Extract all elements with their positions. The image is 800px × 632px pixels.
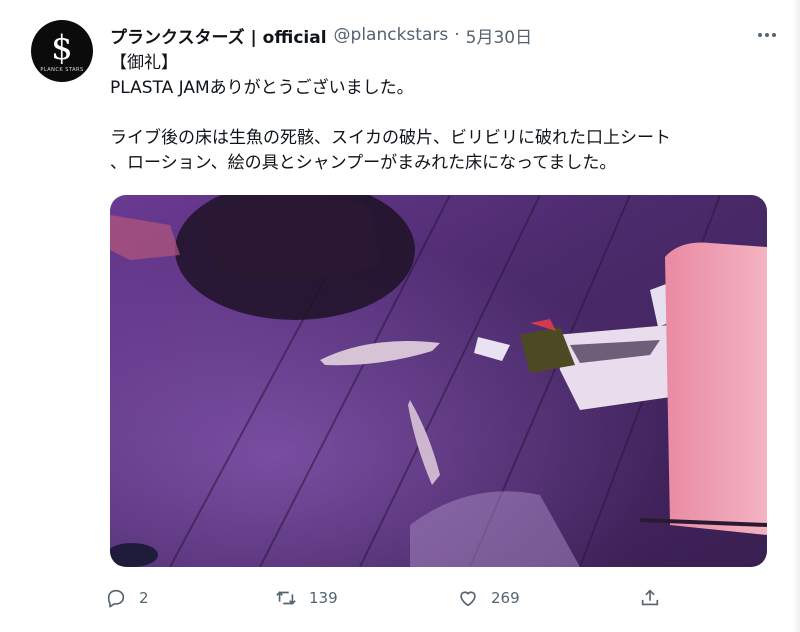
reply-button[interactable]: 2 (105, 583, 149, 613)
like-button[interactable]: 269 (457, 583, 520, 613)
reply-icon (107, 589, 125, 608)
window-edge (792, 0, 800, 632)
like-count: 269 (491, 589, 520, 607)
separator-dot: · (454, 25, 460, 45)
avatar-logo: $ (51, 28, 73, 68)
display-name[interactable]: プランクスターズ | official (110, 23, 327, 48)
tweet-line: ライブ後の床は生魚の死骸、スイカの破片、ビリビリに破れた口上シート (110, 128, 671, 148)
tweet-photo[interactable] (110, 195, 767, 567)
tweet-text: 【御礼】 PLASTA JAMありがとうございました。 ライブ後の床は生魚の死骸… (110, 51, 760, 176)
tweet-card[interactable]: $ PLANCK STARS プランクスターズ | official @plan… (0, 0, 800, 632)
retweet-button[interactable]: 139 (275, 583, 338, 613)
tweet-actions: 2 139 269 (105, 583, 685, 613)
tweet-line: 【御礼】 (110, 53, 178, 73)
retweet-count: 139 (309, 589, 338, 607)
reply-count: 2 (139, 589, 149, 607)
photo-of-stage-floor (110, 195, 767, 567)
share-button[interactable] (639, 583, 661, 613)
tweet-line: 、ローション、絵の具とシャンプーがまみれた床になってました。 (110, 153, 617, 173)
avatar-logo-text: PLANCK STARS (40, 67, 84, 73)
user-handle[interactable]: @planckstars (334, 25, 449, 45)
tweet-date[interactable]: 5月30日 (466, 23, 532, 48)
tweet-line: PLASTA JAMありがとうございました。 (110, 78, 414, 98)
retweet-icon (276, 591, 296, 605)
more-horizontal-icon[interactable] (756, 24, 778, 46)
share-icon (641, 589, 659, 606)
tweet-header: プランクスターズ | official @planckstars · 5月30日 (110, 20, 532, 50)
avatar[interactable]: $ PLANCK STARS (31, 20, 93, 82)
heart-icon (460, 591, 476, 607)
